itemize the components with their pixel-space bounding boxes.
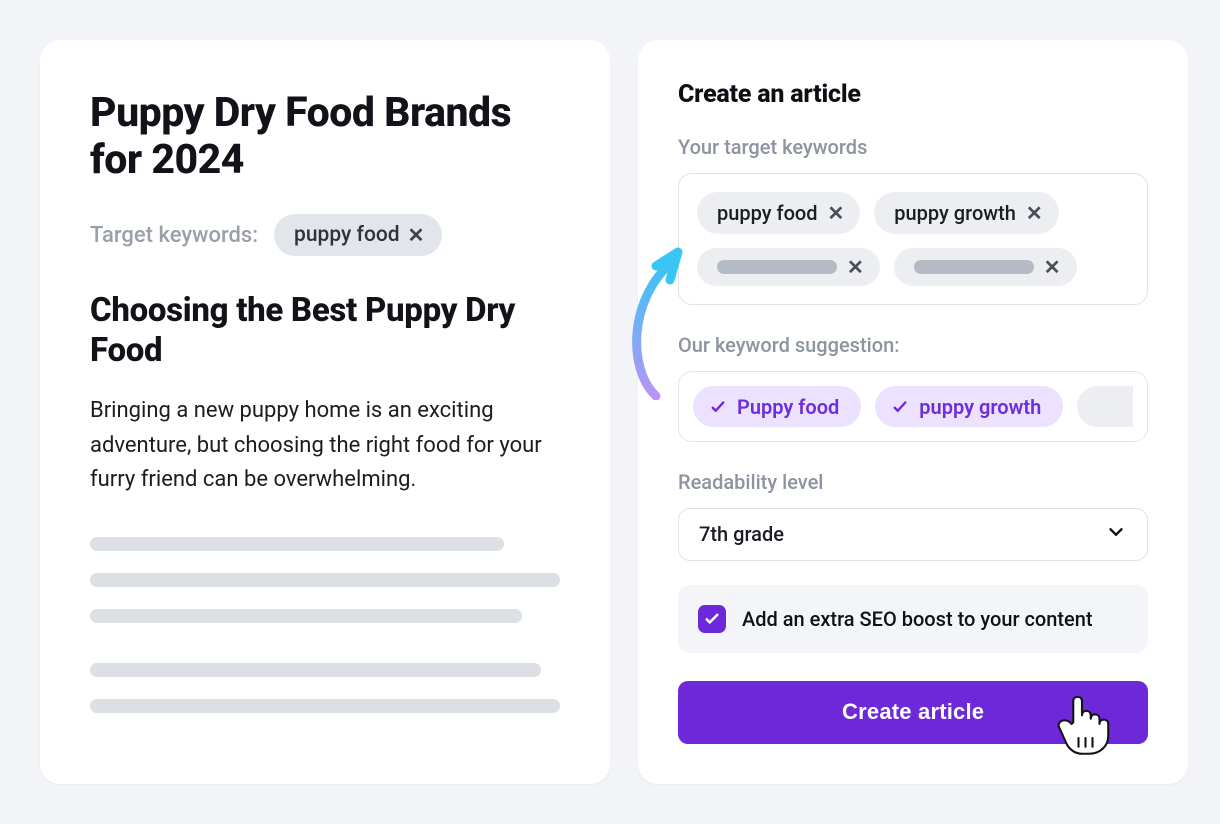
- keyword-tag-text: puppy growth: [894, 201, 1016, 225]
- close-icon[interactable]: ✕: [408, 225, 425, 245]
- keyword-tag[interactable]: puppy growth ✕: [874, 192, 1058, 234]
- seo-boost-label: Add an extra SEO boost to your content: [742, 607, 1093, 631]
- placeholder-bar: [717, 260, 837, 274]
- keyword-chip-text: puppy food: [294, 223, 400, 247]
- placeholder-bar: [914, 260, 1034, 274]
- suggestion-text: Puppy food: [737, 395, 839, 419]
- keyword-tag-placeholder[interactable]: ✕: [697, 248, 880, 286]
- check-icon: [891, 398, 909, 416]
- close-icon[interactable]: ✕: [847, 257, 864, 277]
- readability-label: Readability level: [678, 470, 1148, 494]
- skeleton-lines: [90, 537, 560, 713]
- article-body-intro: Bringing a new puppy home is an exciting…: [90, 394, 560, 496]
- keyword-chip[interactable]: puppy food ✕: [274, 214, 442, 256]
- keyword-suggestion-label: Our keyword suggestion:: [678, 333, 1148, 357]
- chevron-down-icon: [1105, 521, 1127, 548]
- skeleton-line: [90, 573, 560, 587]
- create-article-button-label: Create article: [842, 699, 984, 724]
- seo-boost-option[interactable]: Add an extra SEO boost to your content: [678, 585, 1148, 653]
- keyword-tag[interactable]: puppy food ✕: [697, 192, 860, 234]
- seo-boost-checkbox[interactable]: [698, 605, 726, 633]
- article-subheading: Choosing the Best Puppy Dry Food: [90, 291, 560, 370]
- suggestion-chip[interactable]: puppy growth: [875, 386, 1063, 427]
- check-icon: [703, 610, 721, 628]
- readability-select[interactable]: 7th grade: [678, 508, 1148, 560]
- keyword-suggestion-box: Puppy food puppy growth: [678, 371, 1148, 442]
- suggestion-chip[interactable]: Puppy food: [693, 386, 861, 427]
- check-icon: [709, 398, 727, 416]
- suggestion-chip-overflow: [1077, 386, 1133, 427]
- close-icon[interactable]: ✕: [1026, 203, 1043, 223]
- target-keywords-input[interactable]: puppy food ✕ puppy growth ✕ ✕ ✕: [678, 173, 1148, 305]
- skeleton-line: [90, 663, 541, 677]
- article-title: Puppy Dry Food Brands for 2024: [90, 90, 560, 184]
- skeleton-line: [90, 699, 560, 713]
- suggestion-text: puppy growth: [919, 395, 1041, 419]
- panel-heading: Create an article: [678, 80, 1148, 109]
- target-keywords-label: Target keywords:: [90, 223, 258, 248]
- skeleton-line: [90, 537, 504, 551]
- app-stage: Puppy Dry Food Brands for 2024 Target ke…: [0, 0, 1220, 824]
- close-icon[interactable]: ✕: [1044, 257, 1061, 277]
- create-article-button[interactable]: Create article: [678, 681, 1148, 745]
- readability-value: 7th grade: [699, 522, 784, 546]
- target-keywords-row: Target keywords: puppy food ✕: [90, 214, 560, 256]
- article-preview-card: Puppy Dry Food Brands for 2024 Target ke…: [40, 40, 610, 784]
- create-article-panel: Create an article Your target keywords p…: [638, 40, 1188, 784]
- target-keywords-field-label: Your target keywords: [678, 135, 1148, 159]
- close-icon[interactable]: ✕: [828, 203, 845, 223]
- keyword-tag-text: puppy food: [717, 201, 818, 225]
- keyword-tag-placeholder[interactable]: ✕: [894, 248, 1077, 286]
- skeleton-line: [90, 609, 522, 623]
